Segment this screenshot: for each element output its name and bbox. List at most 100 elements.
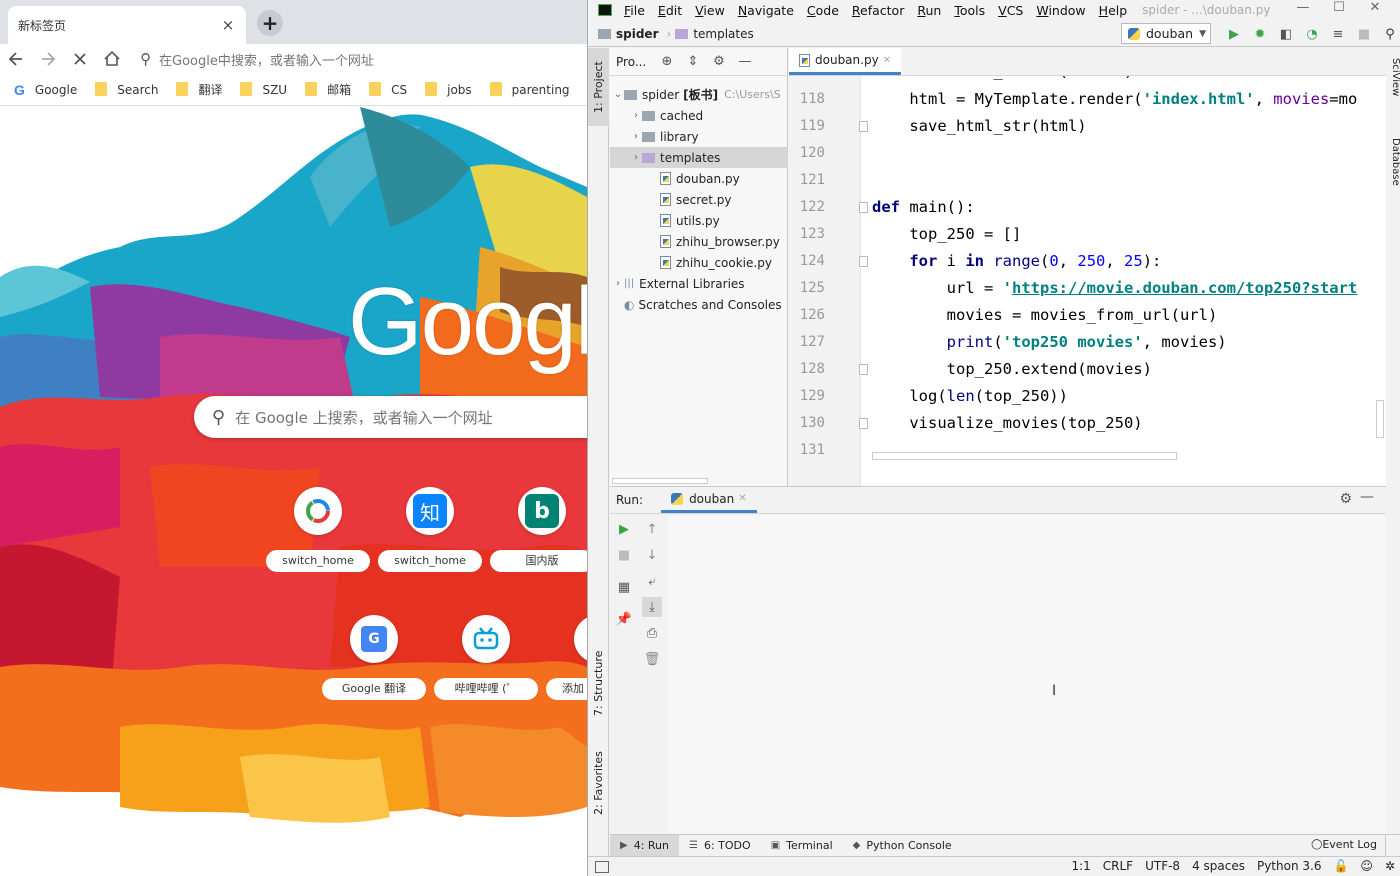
- event-log-button[interactable]: ◯ Event Log: [1311, 838, 1377, 851]
- tool-tab-favorites[interactable]: 2: Favorites: [588, 738, 609, 828]
- bookmark-item[interactable]: parenting: [489, 81, 570, 97]
- tree-item[interactable]: › cached: [610, 105, 788, 126]
- tool-tab-run[interactable]: ▶ 4: Run: [610, 834, 679, 856]
- forward-icon[interactable]: [32, 45, 64, 73]
- bookmark-item[interactable]: CS: [369, 81, 407, 97]
- search-everywhere-icon[interactable]: ⚲: [1377, 24, 1400, 44]
- indent-setting[interactable]: 4 spaces: [1192, 859, 1245, 873]
- shortcut-tile[interactable]: 知 switch_home: [378, 487, 482, 577]
- menu-file[interactable]: File: [624, 3, 645, 18]
- toggle-tool-windows-icon[interactable]: [595, 860, 609, 873]
- close-tab-icon[interactable]: ×: [220, 16, 236, 34]
- soft-wrap-icon[interactable]: ⤶: [642, 571, 662, 591]
- python-interpreter[interactable]: Python 3.6: [1257, 859, 1322, 873]
- horizontal-scrollbar[interactable]: [612, 478, 708, 484]
- coverage-icon[interactable]: ◧: [1273, 24, 1299, 44]
- bug-icon[interactable]: ✲: [1385, 859, 1395, 873]
- bookmark-item[interactable]: 邮箱: [305, 81, 351, 98]
- line-separator[interactable]: CRLF: [1103, 859, 1133, 873]
- tree-item[interactable]: ⌄ spider [板书] C:\Users\S: [610, 84, 788, 105]
- shortcut-tile[interactable]: G Google 翻译: [322, 615, 426, 705]
- tree-item[interactable]: ◐ Scratches and Consoles: [610, 294, 788, 315]
- locate-icon[interactable]: ⊕: [654, 54, 680, 69]
- menu-run[interactable]: Run: [917, 3, 941, 18]
- menu-help[interactable]: Help: [1099, 3, 1128, 18]
- breadcrumb-folder[interactable]: templates: [675, 27, 754, 41]
- tree-item[interactable]: › templates: [610, 147, 788, 168]
- down-arrow-icon[interactable]: ↓: [642, 545, 662, 565]
- bookmark-item[interactable]: G Google: [14, 82, 77, 98]
- shortcut-tile[interactable]: + 添加: [546, 615, 587, 705]
- editor-tab[interactable]: douban.py ✕: [789, 48, 902, 75]
- shortcut-tile[interactable]: 哔哩哔哩 (゜: [434, 615, 538, 705]
- scroll-to-end-icon[interactable]: ⤓: [642, 597, 662, 617]
- tool-tab-project[interactable]: 1: Project: [588, 48, 609, 126]
- menu-window[interactable]: Window: [1036, 3, 1085, 18]
- gear-icon[interactable]: ⚙: [1339, 491, 1352, 507]
- profile-icon[interactable]: ◔: [1299, 24, 1325, 44]
- debug-icon[interactable]: ✹: [1247, 24, 1273, 44]
- tree-item[interactable]: › ||| External Libraries: [610, 273, 788, 294]
- tool-tab-terminal[interactable]: ▣ Terminal: [761, 835, 843, 856]
- tree-item[interactable]: secret.py: [610, 189, 788, 210]
- tool-tab-database[interactable]: Database: [1386, 138, 1400, 186]
- up-arrow-icon[interactable]: ↑: [642, 519, 662, 539]
- menu-vcs[interactable]: VCS: [998, 3, 1023, 18]
- run-tab[interactable]: douban ✕: [661, 487, 757, 513]
- hide-panel-icon[interactable]: —: [1360, 489, 1374, 505]
- run-icon[interactable]: ▶: [1221, 24, 1247, 44]
- shortcut-tile[interactable]: switch_home: [266, 487, 370, 577]
- inspector-icon[interactable]: ☺: [1360, 859, 1373, 873]
- print-icon[interactable]: ⎙: [642, 623, 662, 643]
- layout-icon[interactable]: ▦: [614, 577, 634, 597]
- fold-marker-icon[interactable]: [859, 121, 868, 132]
- gear-icon[interactable]: ⚙: [706, 54, 732, 69]
- tree-item[interactable]: douban.py: [610, 168, 788, 189]
- close-window-icon[interactable]: ✕: [1357, 0, 1393, 15]
- breadcrumb-project[interactable]: spider: [598, 27, 659, 41]
- fold-marker-icon[interactable]: [859, 256, 868, 267]
- ntp-search-box[interactable]: ⚲ 在 Google 上搜索，或者输入一个网址: [194, 396, 587, 438]
- back-icon[interactable]: [0, 45, 32, 73]
- new-tab-button[interactable]: +: [257, 10, 283, 36]
- fold-marker-icon[interactable]: [859, 418, 868, 429]
- menu-tools[interactable]: Tools: [954, 3, 985, 18]
- tool-tab-sciview[interactable]: SciView: [1386, 58, 1400, 96]
- vertical-scrollbar[interactable]: [1376, 400, 1384, 438]
- tool-tab-todo[interactable]: ☰ 6: TODO: [679, 835, 761, 856]
- minimize-icon[interactable]: —: [1285, 0, 1321, 15]
- rerun-icon[interactable]: ▶: [614, 519, 634, 539]
- browser-tab[interactable]: 新标签页 ×: [8, 6, 246, 44]
- menu-view[interactable]: View: [695, 3, 725, 18]
- menu-edit[interactable]: Edit: [658, 3, 682, 18]
- run-configuration-select[interactable]: douban ▼: [1121, 23, 1211, 44]
- menu-refactor[interactable]: Refactor: [852, 3, 904, 18]
- address-bar[interactable]: ⚲ 在Google中搜索，或者输入一个网址: [128, 45, 587, 73]
- pin-tab-icon[interactable]: 📌: [614, 609, 634, 629]
- bookmark-item[interactable]: 翻译: [176, 81, 222, 98]
- bookmark-item[interactable]: Search: [95, 81, 158, 97]
- run-concurrency-icon[interactable]: ≡: [1325, 24, 1351, 44]
- tree-item[interactable]: zhihu_browser.py: [610, 231, 788, 252]
- tree-item[interactable]: zhihu_cookie.py: [610, 252, 788, 273]
- close-tab-icon[interactable]: ✕: [738, 493, 746, 504]
- maximize-icon[interactable]: ☐: [1321, 0, 1357, 15]
- caret-position[interactable]: 1:1: [1071, 859, 1090, 873]
- shortcut-tile[interactable]: b 国内版: [490, 487, 587, 577]
- collapse-all-icon[interactable]: ⇕: [680, 54, 706, 69]
- project-view-select[interactable]: Pro...: [616, 55, 654, 69]
- stop-loading-icon[interactable]: [64, 45, 96, 73]
- close-tab-icon[interactable]: ✕: [883, 55, 891, 66]
- code-area[interactable]: def visualize_movies(movies): html = MyT…: [872, 76, 1386, 486]
- file-encoding[interactable]: UTF-8: [1145, 859, 1180, 873]
- lock-icon[interactable]: 🔓: [1333, 859, 1348, 873]
- tool-tab-python-console[interactable]: ◆ Python Console: [843, 835, 962, 856]
- horizontal-scrollbar[interactable]: [872, 452, 1177, 460]
- menu-navigate[interactable]: Navigate: [738, 3, 794, 18]
- menu-code[interactable]: Code: [807, 3, 839, 18]
- tool-tab-structure[interactable]: 7: Structure: [588, 638, 609, 728]
- bookmark-item[interactable]: SZU: [240, 81, 287, 97]
- trash-icon[interactable]: 🗑: [642, 649, 662, 669]
- hide-panel-icon[interactable]: —: [732, 54, 758, 69]
- stop-icon[interactable]: ■: [614, 545, 634, 565]
